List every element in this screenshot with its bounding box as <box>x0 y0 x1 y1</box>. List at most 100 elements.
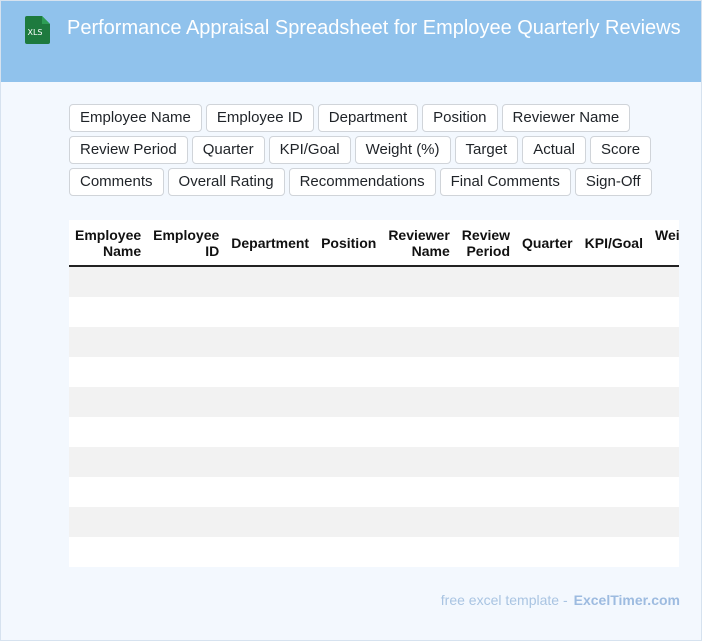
table-cell[interactable] <box>648 387 679 417</box>
table-cell[interactable] <box>516 297 579 327</box>
table-cell[interactable] <box>147 297 226 327</box>
column-header[interactable]: Employee ID <box>147 220 226 267</box>
table-cell[interactable] <box>315 327 383 357</box>
field-chip[interactable]: Target <box>454 136 519 164</box>
table-cell[interactable] <box>382 507 456 537</box>
table-cell[interactable] <box>315 447 383 477</box>
column-header[interactable]: KPI/Goal <box>578 220 649 267</box>
column-header[interactable]: Position <box>315 220 383 267</box>
table-cell[interactable] <box>648 327 679 357</box>
table-cell[interactable] <box>578 357 649 387</box>
table-cell[interactable] <box>648 537 679 567</box>
table-cell[interactable] <box>225 327 316 357</box>
column-header[interactable]: Review Period <box>455 220 517 267</box>
table-cell[interactable] <box>516 537 579 567</box>
column-header[interactable]: Department <box>225 220 316 267</box>
table-cell[interactable] <box>516 357 579 387</box>
table-cell[interactable] <box>578 507 649 537</box>
table-cell[interactable] <box>147 417 226 447</box>
table-cell[interactable] <box>69 266 148 297</box>
field-chip[interactable]: Employee Name <box>69 104 202 132</box>
table-cell[interactable] <box>455 477 517 507</box>
table-cell[interactable] <box>455 447 517 477</box>
table-cell[interactable] <box>516 387 579 417</box>
table-cell[interactable] <box>578 327 649 357</box>
table-cell[interactable] <box>382 357 456 387</box>
table-cell[interactable] <box>225 266 316 297</box>
table-cell[interactable] <box>225 297 316 327</box>
table-cell[interactable] <box>315 507 383 537</box>
table-cell[interactable] <box>648 357 679 387</box>
table-cell[interactable] <box>147 266 226 297</box>
table-cell[interactable] <box>315 297 383 327</box>
table-cell[interactable] <box>315 266 383 297</box>
table-cell[interactable] <box>382 477 456 507</box>
table-cell[interactable] <box>648 417 679 447</box>
table-cell[interactable] <box>516 327 579 357</box>
table-cell[interactable] <box>69 447 148 477</box>
column-header[interactable]: Weight (%) <box>648 220 679 267</box>
table-cell[interactable] <box>69 387 148 417</box>
table-cell[interactable] <box>315 417 383 447</box>
field-chip[interactable]: Department <box>317 104 419 132</box>
table-cell[interactable] <box>516 477 579 507</box>
table-cell[interactable] <box>648 266 679 297</box>
table-cell[interactable] <box>225 507 316 537</box>
table-cell[interactable] <box>648 477 679 507</box>
footer-brand-link[interactable]: ExcelTimer.com <box>574 592 680 608</box>
table-cell[interactable] <box>516 447 579 477</box>
table-cell[interactable] <box>516 266 579 297</box>
table-cell[interactable] <box>455 266 517 297</box>
table-cell[interactable] <box>382 537 456 567</box>
table-cell[interactable] <box>578 297 649 327</box>
column-header[interactable]: Reviewer Name <box>382 220 456 267</box>
table-cell[interactable] <box>382 447 456 477</box>
table-cell[interactable] <box>225 477 316 507</box>
column-header[interactable]: Employee Name <box>69 220 148 267</box>
field-chip[interactable]: Final Comments <box>439 168 571 196</box>
field-chip[interactable]: Overall Rating <box>167 168 285 196</box>
table-cell[interactable] <box>578 417 649 447</box>
table-cell[interactable] <box>147 387 226 417</box>
table-cell[interactable] <box>69 537 148 567</box>
table-cell[interactable] <box>382 297 456 327</box>
table-cell[interactable] <box>578 266 649 297</box>
column-header[interactable]: Quarter <box>516 220 579 267</box>
table-cell[interactable] <box>147 357 226 387</box>
table-cell[interactable] <box>147 327 226 357</box>
table-cell[interactable] <box>69 417 148 447</box>
table-cell[interactable] <box>147 537 226 567</box>
table-cell[interactable] <box>578 537 649 567</box>
table-cell[interactable] <box>69 357 148 387</box>
table-cell[interactable] <box>455 327 517 357</box>
table-cell[interactable] <box>69 477 148 507</box>
table-cell[interactable] <box>648 297 679 327</box>
field-chip[interactable]: Weight (%) <box>354 136 451 164</box>
field-chip[interactable]: Comments <box>69 168 164 196</box>
table-cell[interactable] <box>382 266 456 297</box>
review-table-container[interactable]: Employee Name Employee ID Department Positi… <box>69 220 679 567</box>
table-cell[interactable] <box>455 507 517 537</box>
field-chip[interactable]: Sign-Off <box>574 168 652 196</box>
table-cell[interactable] <box>225 447 316 477</box>
table-cell[interactable] <box>648 447 679 477</box>
table-cell[interactable] <box>382 417 456 447</box>
table-cell[interactable] <box>225 537 316 567</box>
table-cell[interactable] <box>578 447 649 477</box>
table-cell[interactable] <box>315 387 383 417</box>
field-chip[interactable]: Recommendations <box>288 168 436 196</box>
table-cell[interactable] <box>225 357 316 387</box>
table-cell[interactable] <box>516 507 579 537</box>
table-cell[interactable] <box>225 387 316 417</box>
table-cell[interactable] <box>455 357 517 387</box>
field-chip[interactable]: Score <box>589 136 652 164</box>
field-chip[interactable]: Position <box>422 104 498 132</box>
table-cell[interactable] <box>315 537 383 567</box>
field-chip[interactable]: KPI/Goal <box>268 136 351 164</box>
table-cell[interactable] <box>147 447 226 477</box>
table-cell[interactable] <box>382 387 456 417</box>
table-cell[interactable] <box>147 507 226 537</box>
table-cell[interactable] <box>225 417 316 447</box>
table-cell[interactable] <box>69 297 148 327</box>
field-chip[interactable]: Actual <box>522 136 586 164</box>
